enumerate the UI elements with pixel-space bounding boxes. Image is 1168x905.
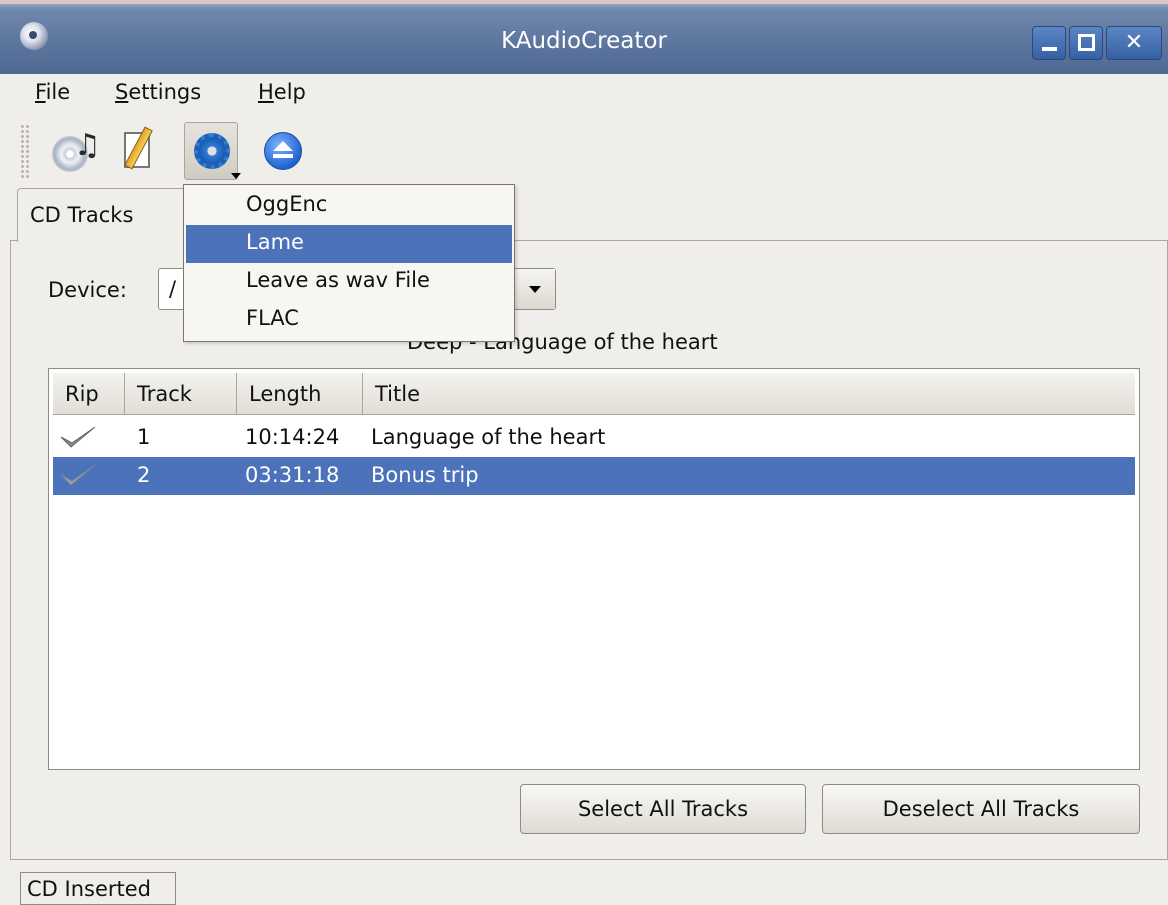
track-length: 10:14:24 — [245, 425, 340, 449]
menu-item-oggenc-label: OggEnc — [246, 192, 328, 216]
deselect-all-tracks-label: Deselect All Tracks — [882, 797, 1080, 821]
tab-cd-tracks[interactable]: CD Tracks — [17, 188, 192, 242]
status-text: CD Inserted — [27, 877, 151, 901]
track-title: Bonus trip — [371, 463, 479, 487]
column-header-rip[interactable]: Rip — [53, 373, 125, 415]
rip-cd-button[interactable]: ♫ — [46, 122, 101, 180]
menu-item-lame-label: Lame — [246, 230, 304, 254]
deselect-all-tracks-button[interactable]: Deselect All Tracks — [822, 784, 1140, 834]
menu-item-wav[interactable]: Leave as wav File — [186, 263, 512, 301]
eject-icon — [264, 132, 302, 170]
gear-icon — [194, 133, 230, 169]
maximize-icon — [1078, 34, 1095, 51]
menu-item-flac-label: FLAC — [246, 306, 299, 330]
track-length: 03:31:18 — [245, 463, 340, 487]
menu-file-mnemonic: F — [35, 80, 46, 104]
title-bar: KAudioCreator ✕ — [0, 0, 1168, 74]
music-note-icon: ♫ — [74, 128, 101, 163]
menu-settings[interactable]: Settings — [115, 80, 201, 104]
menu-bar: File Settings Help — [0, 74, 1168, 114]
tab-cd-tracks-label: CD Tracks — [30, 203, 134, 227]
menu-item-lame[interactable]: Lame — [186, 225, 512, 263]
menu-item-wav-label: Leave as wav File — [246, 268, 430, 292]
encoder-select-button[interactable] — [184, 122, 241, 180]
toolbar-grip-handle[interactable] — [20, 124, 30, 178]
track-table[interactable]: Rip Track Length Title 1 10:14:24 Langua… — [48, 368, 1140, 770]
select-all-tracks-button[interactable]: Select All Tracks — [520, 784, 806, 834]
dropdown-arrow-icon — [231, 173, 241, 179]
table-row[interactable]: 1 10:14:24 Language of the heart — [53, 419, 1135, 457]
device-label: Device: — [48, 278, 127, 302]
edit-album-button[interactable] — [116, 122, 170, 180]
menu-help[interactable]: Help — [258, 80, 306, 104]
menu-help-mnemonic: H — [258, 80, 274, 104]
track-title: Language of the heart — [371, 425, 606, 449]
menu-file[interactable]: File — [35, 80, 70, 104]
menu-item-flac[interactable]: FLAC — [186, 301, 512, 339]
close-icon: ✕ — [1124, 30, 1144, 55]
window-title: KAudioCreator — [501, 28, 667, 54]
eject-bar — [273, 154, 293, 158]
menu-settings-rest: ettings — [128, 80, 202, 104]
close-button[interactable]: ✕ — [1106, 26, 1162, 60]
device-value: / — [169, 277, 177, 301]
track-number: 1 — [137, 425, 151, 449]
status-bar-cell: CD Inserted — [20, 872, 176, 905]
column-header-length[interactable]: Length — [237, 373, 363, 415]
table-header: Rip Track Length Title — [53, 373, 1135, 415]
device-dropdown-button[interactable] — [513, 269, 555, 309]
menu-item-oggenc[interactable]: OggEnc — [186, 187, 512, 225]
track-number: 2 — [137, 463, 151, 487]
column-header-track[interactable]: Track — [125, 373, 237, 415]
menu-settings-mnemonic: S — [115, 80, 129, 104]
toolbar: ♫ — [0, 114, 1168, 186]
table-row[interactable]: 2 03:31:18 Bonus trip — [53, 457, 1135, 495]
encoder-popup-menu: OggEnc Lame Leave as wav File FLAC — [183, 184, 515, 342]
maximize-button[interactable] — [1069, 26, 1103, 60]
select-all-tracks-label: Select All Tracks — [577, 797, 749, 821]
column-header-title[interactable]: Title — [363, 373, 1135, 415]
menu-file-rest: ile — [45, 80, 71, 104]
eject-button[interactable] — [258, 122, 312, 180]
eject-triangle — [273, 141, 293, 151]
rip-check-icon[interactable] — [59, 461, 97, 491]
menu-help-rest: elp — [273, 80, 306, 104]
minimize-icon — [1042, 47, 1057, 51]
minimize-button[interactable] — [1032, 26, 1066, 60]
rip-check-icon[interactable] — [59, 423, 97, 453]
